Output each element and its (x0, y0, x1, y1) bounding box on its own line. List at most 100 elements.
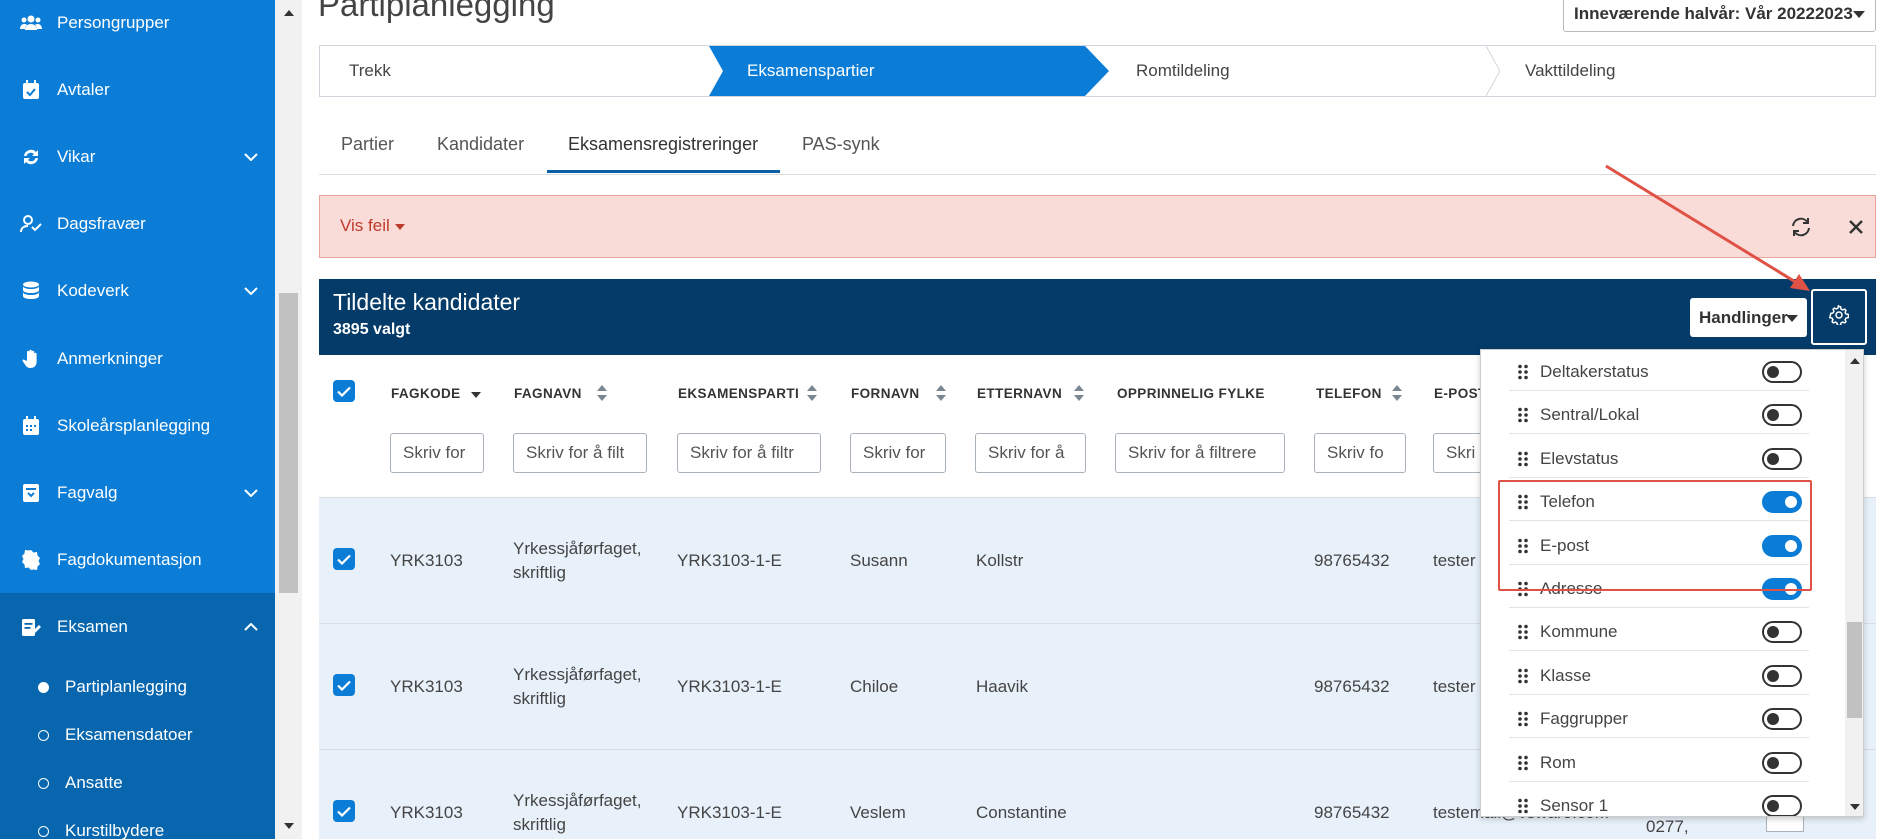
column-option-adresse[interactable]: Adresse (1509, 570, 1809, 608)
column-option-faggrupper[interactable]: Faggrupper (1509, 700, 1809, 738)
tab-eksamensregistreringer[interactable]: Eksamensregistreringer (568, 134, 758, 155)
column-menu-scrollbar[interactable] (1845, 350, 1863, 816)
actions-dropdown-button[interactable]: Handlinger (1690, 298, 1807, 337)
step-vakttildeling[interactable]: Vakttildeling (1525, 61, 1615, 81)
drag-handle-icon[interactable] (1517, 624, 1529, 640)
row-checkbox[interactable] (333, 548, 355, 570)
column-option-kommune[interactable]: Kommune (1509, 613, 1809, 651)
column-header-fornavn[interactable]: FORNAVN (851, 386, 920, 401)
column-option-epost[interactable]: E-post (1509, 527, 1809, 565)
step-trekk[interactable]: Trekk (349, 61, 391, 81)
filter-input-telefon[interactable]: Skriv fo (1314, 433, 1406, 473)
sort-icon[interactable] (597, 385, 607, 401)
drag-handle-icon[interactable] (1517, 755, 1529, 771)
scroll-up-icon[interactable] (1847, 355, 1862, 367)
column-header-etternavn[interactable]: ETTERNAVN (977, 386, 1062, 401)
sidebar-item-avtaler[interactable]: Avtaler (0, 56, 275, 123)
sidebar-subitem-kurstilbydere[interactable]: Kurstilbydere (0, 807, 275, 839)
column-option-elevstatus[interactable]: Elevstatus (1509, 440, 1809, 478)
sidebar-item-persongrupper[interactable]: Persongrupper (0, 0, 275, 56)
drag-handle-icon[interactable] (1517, 668, 1529, 684)
sort-icon[interactable] (1074, 385, 1084, 401)
column-option-klasse[interactable]: Klasse (1509, 657, 1809, 695)
column-settings-button[interactable] (1811, 289, 1867, 345)
column-toggle[interactable] (1762, 578, 1802, 600)
sidebar-item-anmerkninger[interactable]: Anmerkninger (0, 325, 275, 392)
column-header-telefon[interactable]: TELEFON (1316, 386, 1382, 401)
column-option-rom[interactable]: Rom (1509, 744, 1809, 782)
step-eksamenspartier[interactable]: Eksamenspartier (747, 61, 875, 81)
sort-icon[interactable] (1392, 385, 1402, 401)
column-header-epost[interactable]: E-POST (1434, 386, 1487, 401)
column-toggle[interactable] (1762, 404, 1802, 426)
drag-handle-icon[interactable] (1517, 407, 1529, 423)
filter-input-opprinnelig-fylke[interactable]: Skriv for å filtrere (1115, 433, 1285, 473)
column-option-deltakerstatus[interactable]: Deltakerstatus (1509, 353, 1809, 391)
cell-fagnavn-line1: Yrkessjåførfaget, (513, 665, 642, 684)
column-toggle[interactable] (1762, 752, 1802, 774)
sidebar-item-skolearsplanlegging[interactable]: Skoleårsplanlegging (0, 392, 275, 459)
sidebar-item-fagvalg[interactable]: Fagvalg (0, 459, 275, 526)
column-menu-scrollbar-thumb[interactable] (1847, 622, 1862, 718)
column-toggle[interactable] (1762, 621, 1802, 643)
cell-fornavn: Chiloe (850, 677, 899, 696)
column-toggle[interactable] (1762, 491, 1802, 513)
filter-input-fornavn[interactable]: Skriv for (850, 433, 946, 473)
close-icon[interactable] (1846, 217, 1866, 237)
scroll-down-icon[interactable] (281, 820, 296, 832)
drag-handle-icon[interactable] (1517, 581, 1529, 597)
sort-icon[interactable] (936, 385, 946, 401)
drag-handle-icon[interactable] (1517, 798, 1529, 814)
filter-input-fagnavn[interactable]: Skriv for å filt (513, 433, 647, 473)
column-toggle[interactable] (1762, 448, 1802, 470)
column-header-opprinnelig-fylke[interactable]: OPPRINNELIG FYLKE (1117, 386, 1265, 401)
sidebar-scrollbar-thumb[interactable] (279, 293, 298, 593)
sidebar-submenu: Partiplanlegging Eksamensdatoer Ansatte … (0, 660, 275, 839)
exam-icon (19, 615, 43, 639)
drag-handle-icon[interactable] (1517, 494, 1529, 510)
column-toggle[interactable] (1762, 535, 1802, 557)
sort-desc-icon[interactable] (471, 385, 481, 401)
row-checkbox[interactable] (333, 800, 355, 822)
column-option-telefon[interactable]: Telefon (1509, 483, 1809, 521)
drag-handle-icon[interactable] (1517, 711, 1529, 727)
sort-icon[interactable] (807, 385, 817, 401)
tab-pas-synk[interactable]: PAS-synk (802, 134, 880, 155)
sidebar-subitem-ansatte[interactable]: Ansatte (0, 759, 275, 807)
step-romtildeling[interactable]: Romtildeling (1136, 61, 1230, 81)
refresh-icon[interactable] (1789, 215, 1813, 239)
column-toggle[interactable] (1762, 795, 1802, 816)
column-toggle[interactable] (1762, 361, 1802, 383)
tab-partier[interactable]: Partier (341, 134, 394, 155)
column-toggle[interactable] (1762, 665, 1802, 687)
toggle-knob (1767, 800, 1779, 812)
select-all-checkbox[interactable] (333, 380, 355, 402)
column-header-fagnavn[interactable]: FAGNAVN (514, 386, 582, 401)
drag-handle-icon[interactable] (1517, 538, 1529, 554)
filter-input-fagkode[interactable]: Skriv for (390, 433, 484, 473)
column-option-sentral-lokal[interactable]: Sentral/Lokal (1509, 396, 1809, 434)
filter-input-eksamensparti[interactable]: Skriv for å filtr (677, 433, 821, 473)
column-header-fagkode[interactable]: FAGKODE (391, 386, 461, 401)
tab-kandidater[interactable]: Kandidater (437, 134, 524, 155)
drag-handle-icon[interactable] (1517, 364, 1529, 380)
column-toggle[interactable] (1762, 708, 1802, 730)
semester-select[interactable]: Inneværende halvår: Vår 20222023 (1563, 0, 1876, 32)
toggle-knob (1785, 496, 1797, 508)
scroll-up-icon[interactable] (281, 7, 296, 19)
sidebar-item-dagsfravaer[interactable]: Dagsfravær (0, 190, 275, 257)
show-errors-toggle[interactable]: Vis feil (340, 216, 405, 236)
scroll-down-icon[interactable] (1847, 801, 1862, 813)
sidebar-subitem-partiplanlegging[interactable]: Partiplanlegging (0, 663, 275, 711)
filter-input-etternavn[interactable]: Skriv for å (975, 433, 1086, 473)
sidebar-item-fagdokumentasjon[interactable]: Fagdokumentasjon (0, 526, 275, 593)
sidebar-subitem-eksamensdatoer[interactable]: Eksamensdatoer (0, 711, 275, 759)
sidebar-item-eksamen[interactable]: Eksamen (0, 593, 275, 660)
drag-handle-icon[interactable] (1517, 451, 1529, 467)
filter-input-epost[interactable]: Skri (1433, 433, 1483, 473)
sidebar-item-kodeverk[interactable]: Kodeverk (0, 257, 275, 324)
sidebar-item-vikar[interactable]: Vikar (0, 123, 275, 190)
column-header-eksamensparti[interactable]: EKSAMENSPARTI (678, 386, 799, 401)
row-checkbox[interactable] (333, 674, 355, 696)
column-option-sensor-1[interactable]: Sensor 1 (1509, 787, 1809, 816)
